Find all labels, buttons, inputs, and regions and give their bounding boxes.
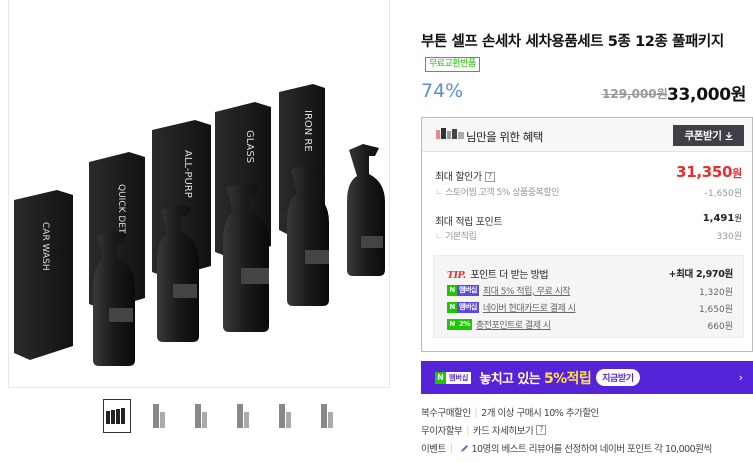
download-icon	[725, 131, 733, 140]
naver-membership-icon: N 멤버십	[435, 371, 472, 384]
sub-indent-icon: ㄴ	[435, 232, 443, 242]
store-discount-label: 스토어찜 고객 5% 상품중복할인	[445, 188, 559, 198]
product-title: 부톤 셀프 손세차 세차용품세트 5종 12종 풀패키지무료교환반품	[421, 31, 731, 75]
thumbnail-5[interactable]	[271, 399, 299, 433]
pencil-icon	[461, 444, 469, 452]
box-label: QUICK DET	[116, 184, 126, 234]
coupon-button-label: 쿠폰받기	[684, 130, 722, 142]
max-points-value: 1,491원	[703, 212, 742, 224]
tip-item-membership[interactable]: N 멤버십 최대 5% 적립, 무료 시작	[447, 284, 571, 297]
free-return-badge: 무료교환반품	[425, 57, 480, 72]
tip-item-value: 1,650원	[698, 305, 733, 315]
thumbnail-strip	[103, 399, 341, 433]
benefit-header: 님만을 위한 혜택 쿠폰받기	[422, 118, 752, 152]
help-icon[interactable]: ?	[536, 425, 547, 435]
tip-title: TIP. 포인트 더 받는 방법	[447, 266, 549, 281]
max-discount-value: 31,350원	[676, 163, 742, 181]
box-label: GLASS	[244, 130, 255, 163]
help-icon[interactable]: ?	[484, 172, 495, 182]
tip-item-charge[interactable]: N 2% 충전포인트로 결제 시	[447, 318, 551, 331]
ad-text: 놓치고 있는 5%적립	[479, 368, 591, 388]
product-photo: IRON RE GLASS ALL-PURP QUICK DET CAR WAS…	[14, 84, 385, 366]
thumbnail-6[interactable]	[313, 399, 341, 433]
tip-title-text: 포인트 더 받는 방법	[470, 270, 549, 281]
ad-text-highlight: 5%적립	[543, 370, 592, 387]
bulk-discount-row: 복수구매할인 | 2개 이상 구매시 10% 추가할인	[421, 406, 599, 420]
thumbnail-image	[321, 404, 333, 428]
tip-box: TIP. 포인트 더 받는 방법 +최대 2,970원 N 멤버십 최대 5% 적립…	[433, 255, 744, 338]
sale-price: 33,000원	[667, 85, 747, 105]
thumbnail-image	[195, 404, 207, 428]
ad-text-pre: 놓치고 있는	[479, 371, 544, 387]
naver-membership-icon: N 멤버십	[447, 284, 479, 296]
event-row: 이벤트 | 10명의 베스트 리뷰어를 선정하여 네이버 포인트 각 10,000…	[421, 442, 712, 456]
tip-item-text: 최대 5% 적립, 무료 시작	[482, 286, 571, 297]
thumbnail-image	[279, 404, 291, 428]
box-label: IRON RE	[302, 110, 313, 152]
product-gallery: IRON RE GLASS ALL-PURP QUICK DET CAR WAS…	[0, 0, 391, 463]
naver-pay-icon: N 2%	[447, 318, 472, 330]
tip-item-card[interactable]: N 멤버십 네이버 현대카드로 결제 시	[447, 301, 576, 314]
thumbnail-4[interactable]	[229, 399, 257, 433]
blurred-username-icon	[436, 128, 466, 141]
event-value: 10명의 베스트 리뷰어를 선정하여 네이버 포인트 각 10,000원씩	[471, 444, 712, 455]
tip-prefix: TIP.	[447, 270, 466, 281]
naver-membership-icon: N 멤버십	[447, 301, 479, 313]
box-label: ALL-PURP	[182, 150, 193, 198]
max-points-label: 최대 적립 포인트	[435, 217, 503, 228]
base-points-label: 기본적립	[445, 232, 477, 242]
max-discount-label-text: 최대 할인가	[435, 172, 482, 183]
tip-item-value: 1,320원	[698, 288, 733, 298]
product-title-text: 부톤 셀프 손세차 세차용품세트 5종 12종 풀패키지	[421, 34, 724, 50]
thumbnail-1[interactable]	[103, 399, 131, 433]
sub-indent-icon: ㄴ	[435, 188, 443, 198]
chevron-right-icon: ›	[738, 371, 743, 384]
get-now-button[interactable]: 지금받기	[596, 369, 640, 386]
max-discount-label: 최대 할인가?	[435, 168, 495, 183]
installment-label: 무이자할부	[421, 426, 463, 437]
max-points-number: 1,491	[702, 213, 735, 224]
installment-row: 무이자할부 | 카드 자세히보기?	[421, 423, 547, 437]
discount-rate: 74%	[421, 80, 464, 102]
event-label: 이벤트	[421, 444, 446, 455]
max-discount-unit: 원	[732, 167, 742, 180]
max-discount-number: 31,350	[676, 163, 733, 181]
tip-max: +최대 2,970원	[668, 269, 733, 280]
thumbnail-2[interactable]	[145, 399, 173, 433]
benefit-box: 님만을 위한 혜택 쿠폰받기 최대 할인가? 31,350원 ㄴ 스토어찜 고객…	[421, 117, 753, 352]
max-points-unit: 원	[734, 213, 742, 223]
product-info: 부톤 셀프 손세차 세차용품세트 5종 12종 풀패키지무료교환반품 74% 1…	[420, 0, 753, 463]
thumbnail-image	[106, 408, 125, 424]
thumbnail-3[interactable]	[187, 399, 215, 433]
store-discount-row: ㄴ 스토어찜 고객 5% 상품중복할인	[435, 185, 559, 198]
tip-item-text: 네이버 현대카드로 결제 시	[482, 303, 576, 314]
benefit-header-text: 님만을 위한 혜택	[466, 130, 543, 144]
base-points-row: ㄴ 기본적립	[435, 229, 477, 242]
coupon-button[interactable]: 쿠폰받기	[673, 125, 744, 146]
membership-ad-banner[interactable]: N 멤버십 놓치고 있는 5%적립 지금받기 ›	[421, 361, 753, 394]
product-main-image[interactable]: IRON RE GLASS ALL-PURP QUICK DET CAR WAS…	[8, 0, 390, 388]
bulk-discount-value: 2개 이상 구매시 10% 추가할인	[481, 408, 599, 419]
store-discount-value: -1,650원	[704, 189, 742, 199]
tip-item-value: 660원	[707, 322, 733, 332]
box-label: CAR WASH	[40, 222, 50, 271]
thumbnail-image	[153, 404, 165, 428]
tip-item-text: 충전포인트로 결제 시	[475, 320, 551, 331]
thumbnail-image	[237, 404, 249, 428]
bulk-discount-label: 복수구매할인	[421, 408, 471, 419]
card-details-link[interactable]: 카드 자세히보기	[473, 423, 534, 437]
base-points-value: 330원	[716, 232, 742, 242]
original-price: 129,000원	[602, 87, 668, 101]
